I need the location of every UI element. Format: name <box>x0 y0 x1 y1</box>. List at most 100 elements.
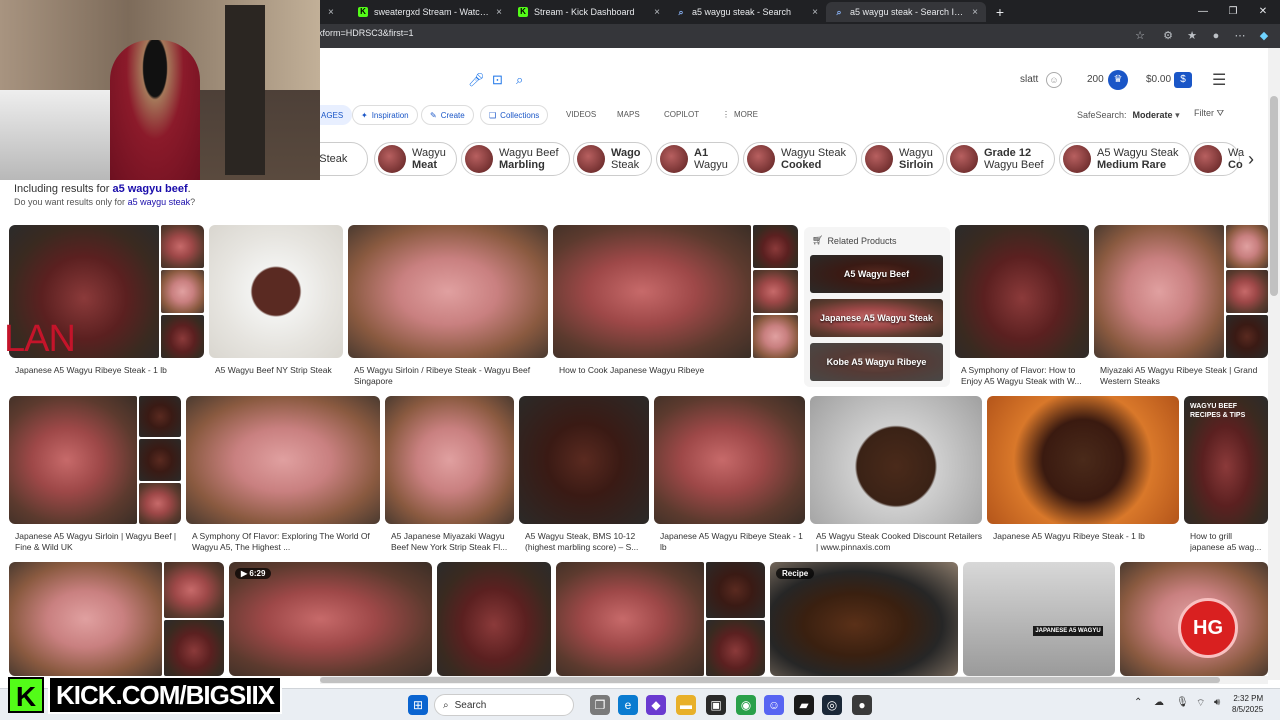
extension-icon[interactable]: ⚙ <box>1160 28 1176 44</box>
image-caption[interactable]: A Symphony of Flavor: How to Enjoy A5 Wa… <box>961 365 1089 387</box>
tab-close-icon[interactable]: × <box>654 7 660 18</box>
search-icon[interactable]: ⌕ <box>516 72 523 88</box>
tab-close-icon[interactable]: × <box>972 7 978 18</box>
chip-related-search[interactable]: Wagyu Steak Cooked <box>743 142 858 176</box>
chip-related-search[interactable]: A1 Wagyu <box>656 142 739 176</box>
image-result[interactable] <box>519 396 649 524</box>
user-name[interactable]: slatt <box>1020 74 1038 85</box>
image-caption[interactable]: How to Cook Japanese Wagyu Ribeye <box>559 365 794 376</box>
copilot-app-icon[interactable]: ◆ <box>646 695 666 715</box>
image-caption[interactable]: Miyazaki A5 Wagyu Ribeye Steak | Grand W… <box>1100 365 1266 387</box>
image-caption[interactable]: A5 Wagyu Steak Cooked Discount Retailers… <box>816 531 982 553</box>
task-view-icon[interactable]: ❐ <box>590 695 610 715</box>
image-result[interactable] <box>437 562 551 676</box>
image-result[interactable]: Recipe <box>770 562 958 676</box>
close-window-button[interactable]: ✕ <box>1248 0 1278 24</box>
chip-related-search[interactable]: A5 Wagyu Steak Medium Rare <box>1059 142 1190 176</box>
microphone-icon[interactable]: 🎤︎ <box>468 72 485 88</box>
chip-related-search[interactable]: Grade 12 Wagyu Beef <box>946 142 1055 176</box>
chevron-right-icon[interactable]: › <box>1240 146 1262 172</box>
horizontal-scrollbar[interactable] <box>320 676 1268 684</box>
tab-maps[interactable]: MAPS <box>617 110 640 119</box>
obs-icon[interactable]: ● <box>852 695 872 715</box>
rewards-points[interactable]: 200 <box>1087 74 1104 85</box>
related-product-item[interactable]: Kobe A5 Wagyu Ribeye <box>810 343 943 381</box>
microphone-tray-icon[interactable]: 🎙︎ <box>1176 697 1189 708</box>
favorites-icon[interactable]: ★ <box>1184 28 1200 44</box>
image-caption[interactable]: A5 Wagyu Steak, BMS 10-12 (highest marbl… <box>525 531 649 553</box>
wifi-icon[interactable]: ⌔ <box>1196 697 1205 710</box>
tab-partial[interactable]: × <box>320 2 350 22</box>
maximize-button[interactable]: ❐ <box>1218 0 1248 24</box>
tab-inspiration[interactable]: ✦ Inspiration <box>352 105 418 125</box>
image-caption[interactable]: Japanese A5 Wagyu Ribeye Steak - 1 lb <box>15 365 205 376</box>
copilot-icon[interactable]: ◆ <box>1256 28 1272 44</box>
image-result[interactable]: WAGYU BEEF RECIPES & TIPS <box>1184 396 1268 524</box>
url-field[interactable]: kform=HDRSC3&first=1 <box>318 28 414 38</box>
image-caption[interactable]: A5 Wagyu Beef NY Strip Steak <box>215 365 345 376</box>
file-explorer-icon[interactable]: ▬ <box>676 695 696 715</box>
image-caption[interactable]: Japanese A5 Wagyu Ribeye Steak - 1 lb <box>660 531 805 553</box>
chip-related-search[interactable]: Wagyu Sirloin <box>861 142 945 176</box>
cashback-balance[interactable]: $0.00 <box>1146 74 1171 85</box>
tab-videos[interactable]: VIDEOS <box>566 110 596 119</box>
user-avatar-icon[interactable]: ☺ <box>1046 72 1062 88</box>
image-result[interactable]: ▶ 6:29 <box>229 562 432 676</box>
image-result[interactable] <box>9 562 224 676</box>
visual-search-icon[interactable]: ⊡ <box>492 72 503 88</box>
tab-sweatergxd-stream[interactable]: K sweatergxd Stream - Watch Live o × <box>350 2 510 22</box>
new-tab-button[interactable]: + <box>990 2 1010 22</box>
tab-search-images[interactable]: ⌕ a5 waygu steak - Search Images × <box>826 2 986 22</box>
image-caption[interactable]: Japanese A5 Wagyu Ribeye Steak - 1 lb <box>993 531 1179 542</box>
windows-start-icon[interactable]: ⊞ <box>408 695 428 715</box>
image-result[interactable] <box>348 225 548 358</box>
related-product-item[interactable]: A5 Wagyu Beef <box>810 255 943 293</box>
image-result[interactable] <box>9 396 181 524</box>
profile-icon[interactable]: ● <box>1208 28 1224 44</box>
image-caption[interactable]: Japanese A5 Wagyu Sirloin | Wagyu Beef |… <box>15 531 181 553</box>
image-result[interactable] <box>553 225 798 358</box>
related-product-item[interactable]: Japanese A5 Wagyu Steak <box>810 299 943 337</box>
favorite-star-icon[interactable]: ☆ <box>1132 28 1148 44</box>
image-result[interactable] <box>209 225 343 358</box>
image-result[interactable] <box>1094 225 1268 358</box>
chrome-icon[interactable]: ◉ <box>736 695 756 715</box>
filter-button[interactable]: Filter ⛛ <box>1194 108 1224 119</box>
trophy-icon[interactable]: ♛ <box>1108 70 1128 90</box>
vertical-scrollbar[interactable] <box>1268 48 1280 680</box>
scrollbar-thumb[interactable] <box>1270 96 1278 296</box>
tab-copilot[interactable]: COPILOT <box>664 110 699 119</box>
dollar-icon[interactable]: $ <box>1174 72 1192 88</box>
hamburger-menu-icon[interactable]: ☰ <box>1212 70 1226 90</box>
tab-search[interactable]: ⌕ a5 waygu steak - Search × <box>668 2 826 22</box>
chip-related-search[interactable]: Wa Co <box>1190 142 1244 176</box>
taskbar-search[interactable]: ⌕ Search <box>434 694 574 716</box>
store-icon[interactable]: ▣ <box>706 695 726 715</box>
tab-close-icon[interactable]: × <box>328 7 334 18</box>
cloud-icon[interactable]: ☁ <box>1154 697 1164 708</box>
including-query-link[interactable]: a5 wagyu beef <box>112 183 187 195</box>
alt-query-link[interactable]: a5 waygu steak <box>128 197 191 207</box>
chip-related-search[interactable]: Wagyu Meat <box>374 142 457 176</box>
chip-related-search[interactable]: Wagyu Beef Marbling <box>461 142 570 176</box>
image-result[interactable] <box>955 225 1089 358</box>
image-result[interactable] <box>556 562 765 676</box>
image-result[interactable] <box>810 396 982 524</box>
image-caption[interactable]: A5 Japanese Miyazaki Wagyu Beef New York… <box>391 531 515 553</box>
image-caption[interactable]: How to grill japanese a5 wag... <box>1190 531 1268 553</box>
discord-icon[interactable]: ☺ <box>764 695 784 715</box>
chip-related-search[interactable]: Wago Steak <box>573 142 652 176</box>
tab-collections[interactable]: ❑ Collections <box>480 105 549 125</box>
scrollbar-thumb[interactable] <box>320 677 1220 683</box>
steam-icon[interactable]: ◎ <box>822 695 842 715</box>
image-result[interactable] <box>654 396 805 524</box>
tray-overflow-icon[interactable]: ⌃ <box>1134 697 1142 708</box>
image-result[interactable] <box>385 396 514 524</box>
minimize-button[interactable]: — <box>1188 0 1218 24</box>
tab-close-icon[interactable]: × <box>496 7 502 18</box>
image-caption[interactable]: A5 Wagyu Sirloin / Ribeye Steak - Wagyu … <box>354 365 544 387</box>
nvidia-icon[interactable]: ▰ <box>794 695 814 715</box>
tab-close-icon[interactable]: × <box>812 7 818 18</box>
more-menu-icon[interactable]: ⋯ <box>1232 28 1248 44</box>
image-result[interactable] <box>186 396 380 524</box>
